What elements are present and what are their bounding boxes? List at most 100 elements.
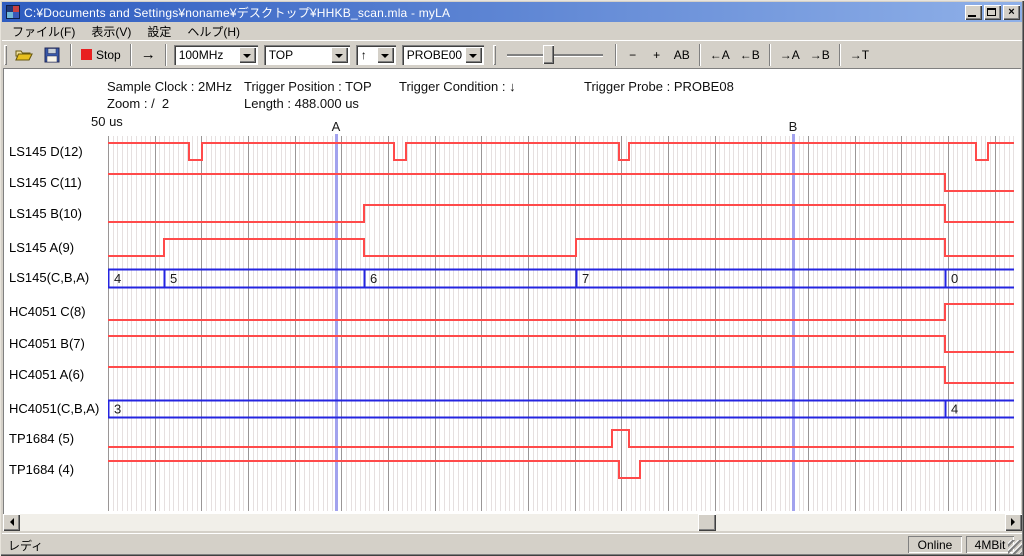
toolbar-button-ab[interactable]: AB bbox=[669, 44, 695, 66]
status-memory-panel: 4MBit bbox=[966, 536, 1014, 553]
toolbar-button-[interactable]: − bbox=[621, 44, 645, 66]
bus-value: 4 bbox=[114, 271, 121, 286]
menu-item[interactable]: ファイル(F) bbox=[4, 22, 83, 41]
run-button[interactable]: → bbox=[136, 44, 161, 66]
app-icon bbox=[6, 5, 20, 19]
horizontal-scrollbar[interactable] bbox=[3, 514, 1022, 531]
signal-label: LS145 C(11) bbox=[9, 175, 82, 190]
trigger-probe-select-value: PROBE00 bbox=[402, 45, 465, 65]
chevron-down-icon[interactable] bbox=[331, 47, 348, 63]
scroll-left-button[interactable] bbox=[3, 514, 20, 531]
grid-lines bbox=[109, 136, 1014, 511]
cursor-label-B: B bbox=[789, 119, 798, 134]
bus-value: 6 bbox=[370, 271, 377, 286]
toolbar: Stop → 100MHz TOP ↑ PROBE00 −+AB ←A←B →A→B →T bbox=[2, 40, 1022, 68]
waveform-client-area: Sample Clock : 2MHz Trigger Position : T… bbox=[3, 68, 1021, 514]
left-arrow-icon bbox=[6, 518, 14, 526]
toolbar-separator bbox=[70, 44, 72, 66]
slider-track bbox=[507, 54, 603, 56]
toolbar-button-[interactable]: + bbox=[645, 44, 669, 66]
toolbar-combos: 100MHz TOP ↑ PROBE00 bbox=[171, 45, 487, 65]
toolbar-button-a[interactable]: →A bbox=[775, 44, 805, 66]
status-ready-text: レディ bbox=[8, 537, 43, 554]
signal-label: HC4051(C,B,A) bbox=[9, 401, 99, 416]
signal-label: TP1684 (4) bbox=[9, 462, 74, 477]
toolbar-button-a[interactable]: ←A bbox=[705, 44, 735, 66]
signal-label: HC4051 A(6) bbox=[9, 367, 84, 382]
save-floppy-icon bbox=[43, 47, 61, 63]
signal-label: LS145(C,B,A) bbox=[9, 270, 89, 285]
open-folder-icon bbox=[15, 47, 33, 63]
menu-bar: ファイル(F)表示(V)設定ヘルプ(H) bbox=[2, 23, 1022, 40]
chevron-down-icon[interactable] bbox=[239, 47, 256, 63]
bus-value: 0 bbox=[951, 271, 958, 286]
cursor-A[interactable]: A bbox=[332, 119, 341, 511]
trigger-position-text: Trigger Position : TOP bbox=[244, 79, 372, 94]
trigger-probe-select[interactable]: PROBE00 bbox=[402, 45, 484, 65]
toolbar-separator bbox=[769, 44, 771, 66]
sample-rate-select-value: 100MHz bbox=[174, 45, 239, 65]
toolbar-button-groups: −+AB ←A←B →A→B →T bbox=[611, 44, 874, 66]
signal-label: LS145 D(12) bbox=[9, 144, 83, 159]
app-window: C:¥Documents and Settings¥noname¥デスクトップ¥… bbox=[0, 0, 1024, 556]
trigger-position-select[interactable]: TOP bbox=[264, 45, 350, 65]
toolbar-button-b[interactable]: ←B bbox=[735, 44, 765, 66]
trigger-condition-text: Trigger Condition : ↓ bbox=[399, 79, 516, 94]
toolbar-button-t[interactable]: →T bbox=[845, 44, 874, 66]
maximize-button[interactable] bbox=[984, 5, 1001, 20]
bus-value: 3 bbox=[114, 402, 121, 417]
toolbar-separator bbox=[839, 44, 841, 66]
sample-rate-select[interactable]: 100MHz bbox=[174, 45, 258, 65]
right-arrow-icon bbox=[1011, 518, 1019, 526]
run-arrow-icon: → bbox=[141, 46, 156, 63]
waveform-plot[interactable]: A B 4 5 6 7 0 3 4 bbox=[108, 119, 1014, 511]
toolbar-separator bbox=[615, 44, 617, 66]
trigger-probe-text: Trigger Probe : PROBE08 bbox=[584, 79, 734, 94]
zoom-text: Zoom : / 2 bbox=[107, 96, 169, 111]
signal-label: TP1684 (5) bbox=[9, 431, 74, 446]
chevron-down-icon[interactable] bbox=[377, 47, 394, 63]
resize-grip-icon[interactable] bbox=[1008, 540, 1022, 554]
trigger-edge-select[interactable]: ↑ bbox=[356, 45, 396, 65]
stop-icon bbox=[81, 49, 92, 60]
maximize-icon bbox=[987, 8, 996, 16]
signal-label: LS145 B(10) bbox=[9, 206, 82, 221]
window-title: C:¥Documents and Settings¥noname¥デスクトップ¥… bbox=[24, 4, 961, 21]
bus-value: 4 bbox=[951, 402, 958, 417]
toolbar-separator bbox=[699, 44, 701, 66]
toolbar-separator bbox=[165, 44, 167, 66]
menu-item[interactable]: 設定 bbox=[139, 22, 179, 41]
trigger-edge-select-value: ↑ bbox=[356, 45, 377, 65]
status-online-panel: Online bbox=[908, 536, 962, 553]
scroll-right-button[interactable] bbox=[1005, 514, 1022, 531]
chevron-down-icon[interactable] bbox=[465, 47, 482, 63]
toolbar-button-b[interactable]: →B bbox=[805, 44, 835, 66]
signal-label: HC4051 C(8) bbox=[9, 304, 86, 319]
length-text: Length : 488.000 us bbox=[244, 96, 359, 111]
menu-item[interactable]: ヘルプ(H) bbox=[179, 22, 248, 41]
stop-label: Stop bbox=[96, 48, 121, 62]
minimize-button[interactable] bbox=[965, 5, 982, 20]
scrollbar-thumb[interactable] bbox=[698, 514, 716, 531]
cursor-label-A: A bbox=[332, 119, 341, 134]
sample-clock-text: Sample Clock : 2MHz bbox=[107, 79, 232, 94]
toolbar-separator bbox=[130, 44, 132, 66]
close-button[interactable]: × bbox=[1003, 5, 1020, 20]
toolbar-grip[interactable] bbox=[4, 45, 7, 65]
signal-label: LS145 A(9) bbox=[9, 240, 74, 255]
toolbar-grip[interactable] bbox=[493, 45, 496, 65]
title-bar[interactable]: C:¥Documents and Settings¥noname¥デスクトップ¥… bbox=[2, 2, 1022, 22]
slider-thumb[interactable] bbox=[543, 45, 554, 64]
stop-button[interactable]: Stop bbox=[76, 44, 126, 66]
status-bar: レディ Online 4MBit bbox=[2, 533, 1022, 554]
bus-value: 7 bbox=[582, 271, 589, 286]
minimize-icon bbox=[968, 15, 976, 17]
zoom-slider[interactable] bbox=[507, 44, 603, 66]
window-controls: × bbox=[965, 5, 1020, 20]
menu-item[interactable]: 表示(V) bbox=[83, 22, 139, 41]
bus-value: 5 bbox=[170, 271, 177, 286]
trigger-position-select-value: TOP bbox=[264, 45, 331, 65]
signal-label: HC4051 B(7) bbox=[9, 336, 85, 351]
open-file-button[interactable] bbox=[10, 44, 38, 66]
save-file-button[interactable] bbox=[38, 44, 66, 66]
